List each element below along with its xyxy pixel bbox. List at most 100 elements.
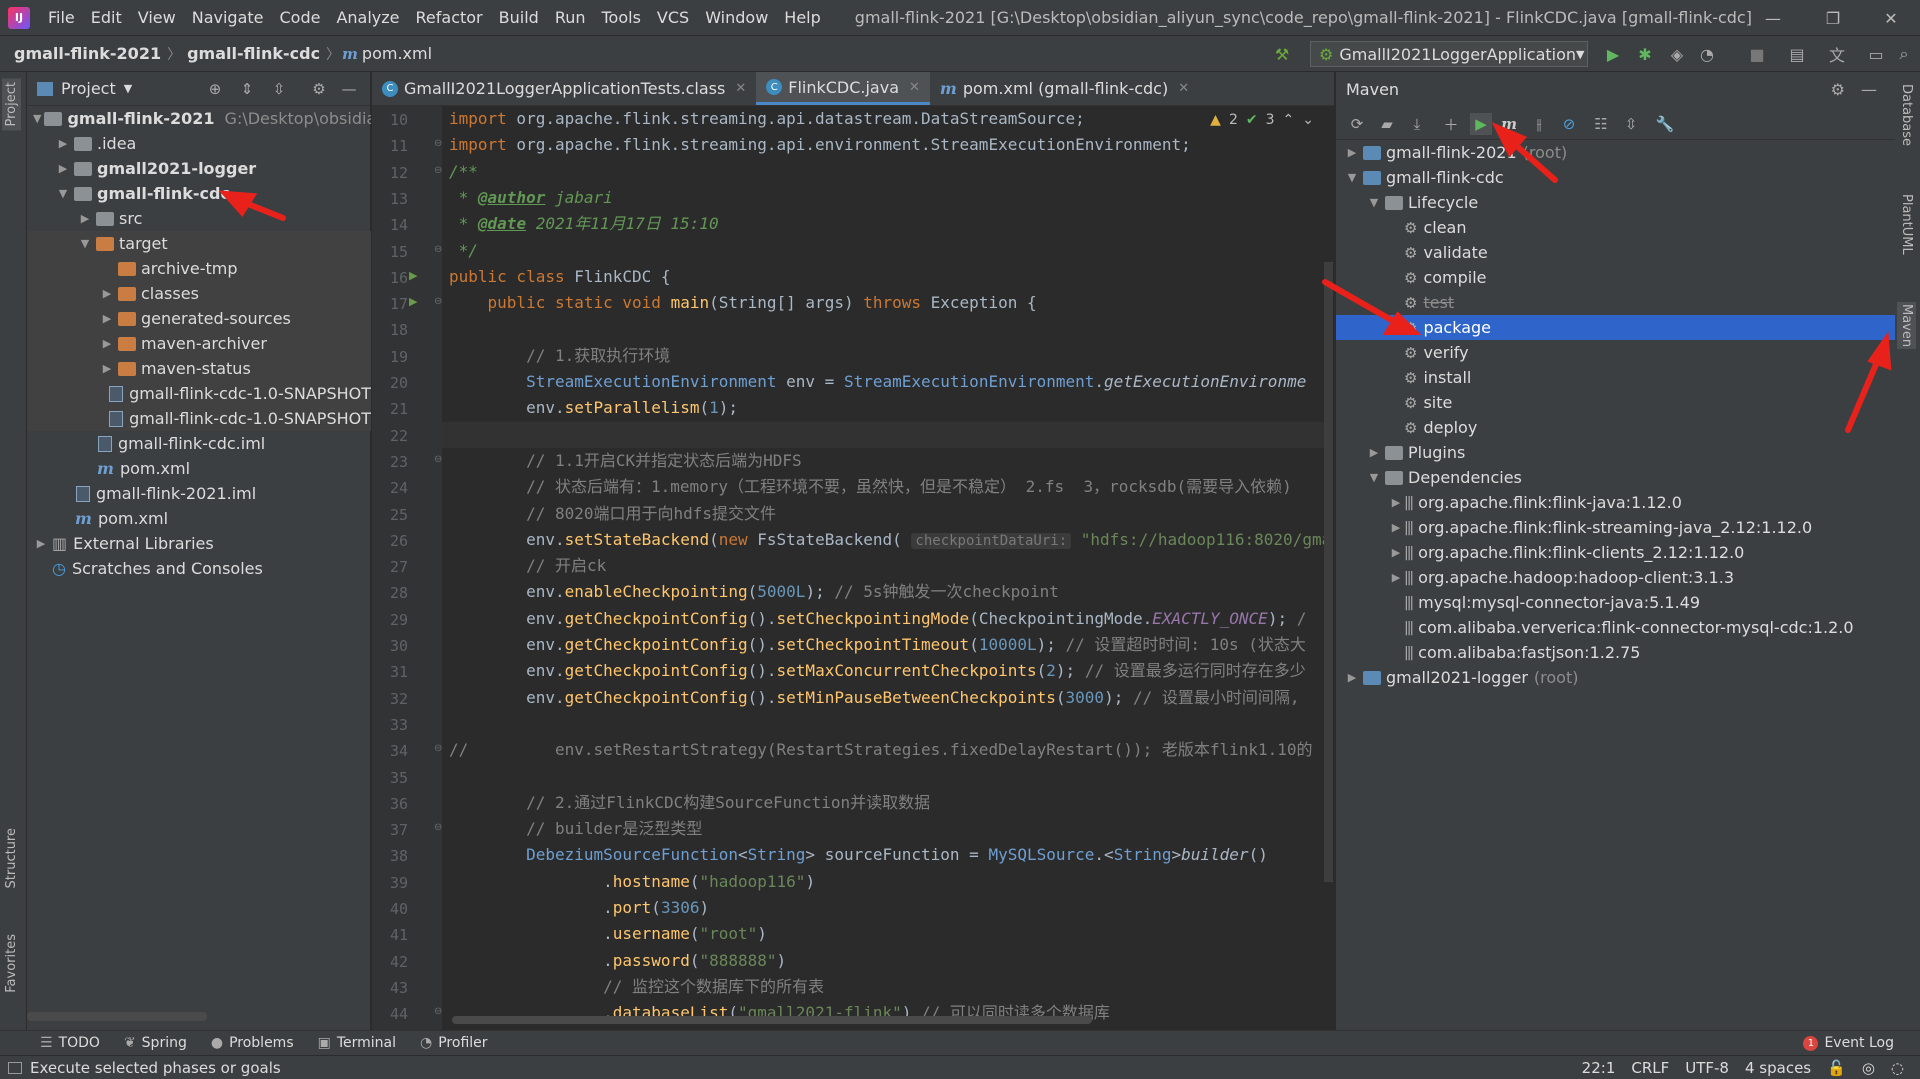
code-line[interactable]: // 1.1开启CK并指定状态后端为HDFS bbox=[449, 448, 802, 474]
code-line[interactable]: env.enableCheckpointing(5000L); // 5s钟触发… bbox=[449, 579, 1059, 605]
menu-navigate[interactable]: Navigate bbox=[184, 0, 272, 36]
maven-tree-item[interactable]: ▶ ||| org.apache.flink:flink-streaming-jav… bbox=[1336, 515, 1896, 540]
breadcrumb-project[interactable]: gmall-flink-2021 bbox=[10, 44, 165, 63]
fold-icon[interactable]: ⊖ bbox=[434, 743, 442, 754]
chevron-down-icon[interactable]: ⌄ bbox=[1302, 112, 1314, 128]
tab-structure[interactable]: Structure bbox=[2, 824, 21, 892]
menu-analyze[interactable]: Analyze bbox=[328, 0, 407, 36]
notification-icon[interactable]: ◌ bbox=[1883, 1059, 1912, 1077]
tree-item[interactable]: ◷ Scratches and Consoles bbox=[27, 556, 371, 581]
breadcrumb-file[interactable]: pom.xml bbox=[362, 44, 432, 63]
tool-profiler[interactable]: ◔ Profiler bbox=[408, 1035, 500, 1051]
code-line[interactable]: .password("888888") bbox=[449, 948, 786, 974]
fold-icon[interactable]: ⊖ bbox=[434, 296, 442, 307]
chevron-down-icon[interactable]: ▼ bbox=[1366, 196, 1382, 209]
tree-item[interactable]: gmall-flink-cdc-1.0-SNAPSHOT bbox=[27, 381, 371, 406]
chevron-down-icon[interactable]: ▼ bbox=[77, 237, 93, 250]
tree-item[interactable]: gmall-flink-cdc-1.0-SNAPSHOT bbox=[27, 406, 371, 431]
file-encoding[interactable]: UTF-8 bbox=[1677, 1059, 1737, 1077]
code-line[interactable]: * @date 2021年11月17日 15:10 bbox=[449, 211, 719, 237]
memory-icon[interactable]: ◎ bbox=[1854, 1059, 1883, 1077]
maven-tree-item[interactable]: ⚙ compile bbox=[1336, 265, 1896, 290]
maven-tree-item[interactable]: ⚙ site bbox=[1336, 390, 1896, 415]
show-dependencies-icon[interactable]: ☷ bbox=[1590, 113, 1612, 135]
maven-tree-item[interactable]: ▶ Plugins bbox=[1336, 440, 1896, 465]
chevron-right-icon[interactable]: ▶ bbox=[99, 362, 115, 375]
translate-icon[interactable]: 文 bbox=[1827, 44, 1847, 65]
close-icon[interactable]: ✕ bbox=[1868, 0, 1914, 36]
chevron-right-icon[interactable]: ▶ bbox=[1344, 146, 1360, 159]
editor-tab[interactable]: C GmallI2021LoggerApplicationTests.class ✕ bbox=[372, 72, 756, 105]
maven-tree-item[interactable]: ▶ gmall2021-logger (root) bbox=[1336, 665, 1896, 690]
close-tab-icon[interactable]: ✕ bbox=[1178, 81, 1189, 96]
code-line[interactable]: env.getCheckpointConfig().setMinPauseBet… bbox=[449, 685, 1299, 711]
maven-tree-item[interactable]: ⚙ package bbox=[1336, 315, 1896, 340]
chevron-right-icon[interactable]: ▶ bbox=[99, 312, 115, 325]
project-panel-title[interactable]: Project bbox=[61, 79, 116, 98]
chevron-down-icon[interactable]: ▼ bbox=[55, 187, 71, 200]
tree-item[interactable]: gmall-flink-cdc.iml bbox=[27, 431, 371, 456]
gear-icon[interactable]: ⚙ bbox=[1831, 80, 1845, 99]
dropdown-arrow-icon[interactable]: ▼ bbox=[124, 82, 132, 95]
run-icon[interactable]: ▶ bbox=[1603, 44, 1623, 64]
collapse-all-icon[interactable]: ⇳ bbox=[1620, 113, 1642, 135]
tree-item[interactable]: ▶ maven-archiver bbox=[27, 331, 371, 356]
fold-icon[interactable]: ⊖ bbox=[434, 138, 442, 149]
menu-help[interactable]: Help bbox=[776, 0, 828, 36]
menu-tools[interactable]: Tools bbox=[594, 0, 649, 36]
menu-run[interactable]: Run bbox=[547, 0, 594, 36]
inspection-widget[interactable]: ▲ 2 ✔ 3 ⌃ ⌄ bbox=[1210, 112, 1314, 128]
debug-icon[interactable]: ✱ bbox=[1635, 44, 1655, 64]
menu-refactor[interactable]: Refactor bbox=[408, 0, 491, 36]
code-line[interactable]: env.setStateBackend(new FsStateBackend( … bbox=[449, 527, 1331, 553]
chevron-right-icon[interactable]: ▶ bbox=[33, 537, 49, 550]
chevron-right-icon[interactable]: ▶ bbox=[99, 337, 115, 350]
code-line[interactable]: */ bbox=[449, 238, 478, 264]
code-line[interactable]: // env.setRestartStrategy(RestartStrateg… bbox=[449, 737, 1313, 763]
skip-tests-icon[interactable]: ⊘ bbox=[1558, 113, 1580, 135]
code-line[interactable]: // builder是泛型类型 bbox=[449, 816, 702, 842]
caret-position[interactable]: 22:1 bbox=[1574, 1059, 1624, 1077]
maven-tree-item[interactable]: ▶ ||| org.apache.flink:flink-java:1.12.0 bbox=[1336, 490, 1896, 515]
code-line[interactable]: // 8020端口用于向hdfs提交文件 bbox=[449, 501, 776, 527]
fold-icon[interactable]: ⊖ bbox=[434, 1006, 442, 1017]
maven-tree-item[interactable]: ⚙ validate bbox=[1336, 240, 1896, 265]
tree-item[interactable]: ▶ classes bbox=[27, 281, 371, 306]
code-line[interactable]: // 状态后端有：1.memory（工程环境不要，虽然快，但是不稳定） 2.fs… bbox=[449, 474, 1292, 500]
lock-icon[interactable]: 🔓 bbox=[1819, 1059, 1854, 1077]
menu-file[interactable]: File bbox=[40, 0, 83, 36]
menu-window[interactable]: Window bbox=[697, 0, 776, 36]
menu-view[interactable]: View bbox=[130, 0, 184, 36]
code-line[interactable]: DebeziumSourceFunction<String> sourceFun… bbox=[449, 842, 1268, 868]
tree-item[interactable]: ▶ src bbox=[27, 206, 371, 231]
menu-edit[interactable]: Edit bbox=[83, 0, 130, 36]
tree-item[interactable]: ▼ gmall-flink-2021 G:\Desktop\obsidian_ bbox=[27, 106, 371, 131]
maven-tree-item[interactable]: ⚙ deploy bbox=[1336, 415, 1896, 440]
maven-tree-item[interactable]: ▶ gmall-flink-2021 (root) bbox=[1336, 140, 1896, 165]
chevron-right-icon[interactable]: ▶ bbox=[55, 137, 71, 150]
execute-goal-icon[interactable]: m bbox=[1498, 113, 1520, 135]
run-gutter-icon[interactable]: ▶ bbox=[409, 269, 417, 282]
breadcrumb-module[interactable]: gmall-flink-cdc bbox=[183, 44, 324, 63]
chevron-down-icon[interactable]: ▼ bbox=[33, 112, 41, 125]
tab-plantuml[interactable]: PlantUML bbox=[1897, 192, 1916, 257]
code-line[interactable]: .port(3306) bbox=[449, 895, 709, 921]
line-separator[interactable]: CRLF bbox=[1623, 1059, 1677, 1077]
maven-tree-item[interactable]: ▼ Dependencies bbox=[1336, 465, 1896, 490]
chevron-right-icon[interactable]: ▶ bbox=[1388, 571, 1404, 584]
chevron-right-icon[interactable]: ▶ bbox=[77, 212, 93, 225]
fold-icon[interactable]: ⊖ bbox=[434, 244, 442, 255]
chevron-down-icon[interactable]: ▼ bbox=[1344, 171, 1360, 184]
menu-vcs[interactable]: VCS bbox=[649, 0, 697, 36]
code-line[interactable]: public class FlinkCDC { bbox=[449, 264, 671, 290]
code-line[interactable] bbox=[442, 421, 1327, 448]
editor-tab[interactable]: C FlinkCDC.java ✕ bbox=[756, 72, 930, 105]
maven-tree-item[interactable]: ⚙ verify bbox=[1336, 340, 1896, 365]
tool-spring[interactable]: ❦ Spring bbox=[112, 1035, 199, 1051]
tree-item[interactable]: ▼ gmall-flink-cdc bbox=[27, 181, 371, 206]
run-gutter-icon[interactable]: ▶ bbox=[409, 295, 417, 308]
maven-tree-item[interactable]: ▼ gmall-flink-cdc bbox=[1336, 165, 1896, 190]
fold-icon[interactable]: ⊖ bbox=[434, 165, 442, 176]
tool-todo[interactable]: ☰ TODO bbox=[28, 1035, 112, 1051]
maven-tree-item[interactable]: ||| com.alibaba.ververica:flink-connector… bbox=[1336, 615, 1896, 640]
